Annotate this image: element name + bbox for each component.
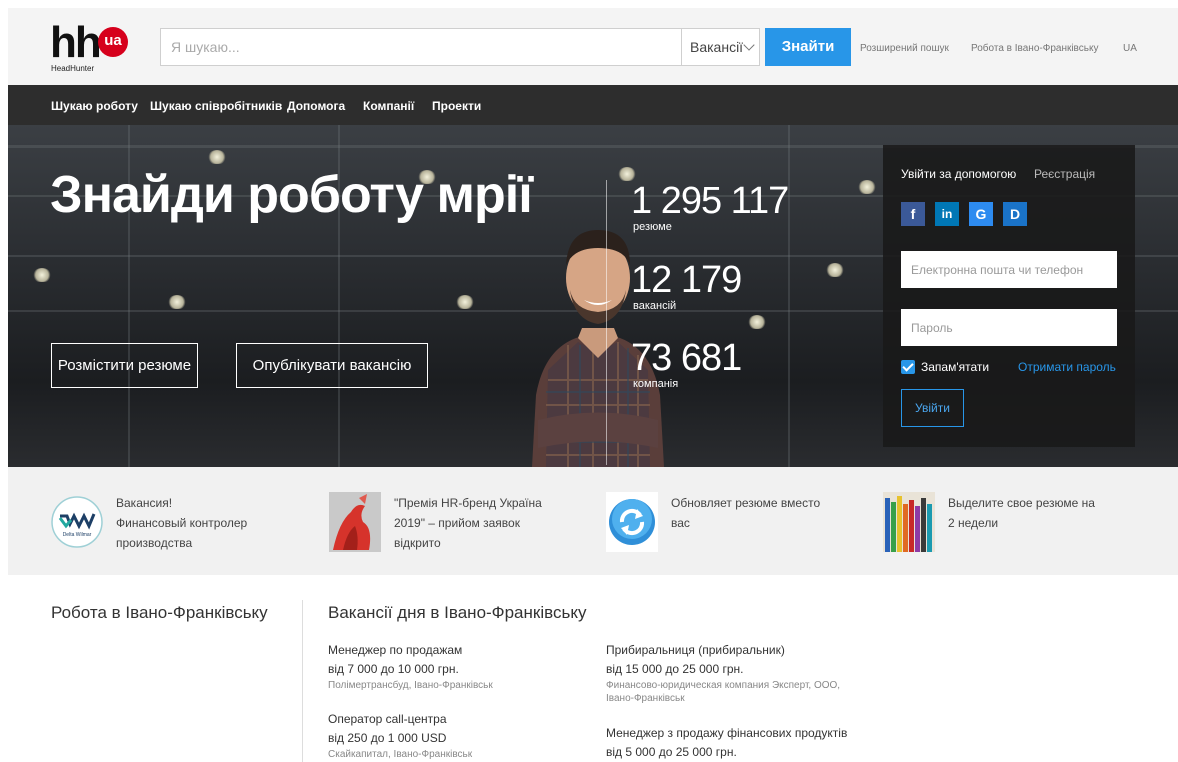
search-input[interactable] <box>161 29 681 65</box>
promo-line: 2019" – прийом заявок <box>394 516 520 530</box>
search-type-select[interactable]: Вакансії <box>681 29 759 65</box>
day-vacancies-title: Вакансії дня в Івано-Франківську <box>328 603 587 622</box>
stat-companies-label: компанія <box>633 378 679 390</box>
hh-logo[interactable]: hh ua HeadHunter <box>50 21 130 73</box>
vacancy-title[interactable]: Менеджер по продажам <box>328 641 588 660</box>
vacancy-salary: від 250 до 1 000 USD <box>328 731 447 745</box>
stat-vacancies-label: вакансій <box>633 300 677 312</box>
vacancy-salary: від 5 000 до 25 000 грн. <box>606 745 737 759</box>
login-button[interactable]: Увійти <box>901 389 964 427</box>
lamp <box>33 268 51 282</box>
d-icon[interactable]: D <box>1003 202 1027 226</box>
promo-text: Обновляет резюме вместо вас <box>671 493 851 533</box>
search-type-value: Вакансії <box>690 39 744 55</box>
main-nav: Шукаю роботу Шукаю співробітників Допомо… <box>8 85 1178 125</box>
vacancy-title[interactable]: Оператор call-центра <box>328 710 588 729</box>
city-jobs-link[interactable]: Робота в Івано-Франківську <box>971 43 1098 54</box>
google-icon[interactable]: G <box>969 202 993 226</box>
email-field[interactable] <box>901 251 1117 288</box>
promo-text: Выделите свое резюме на 2 недели <box>948 493 1128 533</box>
promo-text: "Премія HR-бренд Україна 2019" – прийом … <box>394 493 574 553</box>
search-button[interactable]: Знайти <box>765 28 851 66</box>
site-header: hh ua HeadHunter Вакансії Знайти Розшире… <box>8 8 1178 85</box>
linkedin-icon[interactable]: in <box>935 202 959 226</box>
facebook-icon[interactable]: f <box>901 202 925 226</box>
promo-line: вас <box>671 516 690 530</box>
remember-checkbox[interactable] <box>901 360 915 374</box>
advanced-search-link[interactable]: Розширений пошук <box>860 43 949 54</box>
lamp <box>168 295 186 309</box>
promo-line: Обновляет резюме вместо <box>671 496 821 510</box>
lamp <box>826 263 844 277</box>
ceiling-column <box>788 125 790 467</box>
stat-resumes-label: резюме <box>633 221 672 233</box>
city-jobs-title[interactable]: Робота в Івано-Франківську <box>51 603 268 623</box>
vacancy-company: Полімертрансбуд, Івано-Франківськ <box>328 680 493 691</box>
get-password-link[interactable]: Отримати пароль <box>1018 360 1116 374</box>
vacancy-salary: від 7 000 до 10 000 грн. <box>328 662 459 676</box>
promo-line: "Премія HR-бренд Україна <box>394 496 542 510</box>
logo-badge: ua <box>98 27 128 57</box>
logo-subtitle: HeadHunter <box>51 64 95 73</box>
promo-line: Выделите свое резюме на <box>948 496 1095 510</box>
vacancy-item[interactable]: Менеджер з продажу фінансових продуктів … <box>606 724 866 762</box>
vacancy-item[interactable]: Прибиральниця (прибиральник) від 15 000 … <box>606 641 866 705</box>
nav-item-find-employees[interactable]: Шукаю співробітників <box>150 99 282 113</box>
password-field[interactable] <box>901 309 1117 346</box>
hero-banner: Знайди роботу мрії Розмістити резюме Опу… <box>8 125 1178 467</box>
vacancy-item[interactable]: Оператор call-центра від 250 до 1 000 US… <box>328 710 588 761</box>
stat-companies-value: 73 681 <box>631 337 742 379</box>
stat-resumes-value: 1 295 117 <box>631 180 789 222</box>
language-switch[interactable]: UA <box>1123 43 1137 54</box>
nav-item-find-job[interactable]: Шукаю роботу <box>51 99 138 113</box>
logo-text: hh <box>50 18 102 67</box>
nav-item-help[interactable]: Допомога <box>287 99 345 113</box>
column-divider <box>302 600 303 762</box>
vacancy-title[interactable]: Менеджер з продажу фінансових продуктів <box>606 724 866 743</box>
promo-line: Вакансия! <box>116 496 173 510</box>
promo-line: производства <box>116 536 193 550</box>
vacancy-title[interactable]: Прибиральниця (прибиральник) <box>606 641 866 660</box>
remember-label: Запам'ятати <box>921 360 990 374</box>
lamp <box>208 150 226 164</box>
lamp <box>618 167 636 181</box>
pencils-image <box>883 492 935 552</box>
nav-item-projects[interactable]: Проекти <box>432 99 481 113</box>
login-title: Увійти за допомогою <box>901 167 1017 181</box>
stats-divider <box>606 180 607 465</box>
lamp <box>456 295 474 309</box>
refresh-icon <box>606 492 658 552</box>
promo-line: Финансовый контролер <box>116 516 248 530</box>
promo-strip: Delta Wilmar Вакансия! Финансовый контро… <box>8 467 1178 575</box>
nav-item-companies[interactable]: Компанії <box>363 99 414 113</box>
vacancy-item[interactable]: Менеджер по продажам від 7 000 до 10 000… <box>328 641 588 692</box>
stat-vacancies-value: 12 179 <box>631 259 742 301</box>
lamp <box>858 180 876 194</box>
promo-line: 2 недели <box>948 516 999 530</box>
promo-logo-text: Delta Wilmar <box>63 532 92 538</box>
delta-wilmar-logo: Delta Wilmar <box>51 496 103 548</box>
hero-title: Знайди роботу мрії <box>50 166 533 224</box>
hr-brand-image <box>329 492 381 552</box>
register-link[interactable]: Реєстрація <box>1034 167 1095 181</box>
chevron-down-icon <box>743 39 755 51</box>
publish-vacancy-button[interactable]: Опублікувати вакансію <box>236 343 428 388</box>
lamp <box>748 315 766 329</box>
promo-text: Вакансия! Финансовый контролер производс… <box>116 493 296 553</box>
post-resume-button[interactable]: Розмістити резюме <box>51 343 198 388</box>
search-box: Вакансії <box>160 28 760 66</box>
vacancy-salary: від 15 000 до 25 000 грн. <box>606 662 744 676</box>
login-panel: Увійти за допомогою Реєстрація f in G D … <box>883 145 1135 447</box>
promo-line: відкрито <box>394 536 441 550</box>
vacancy-company: Финансово-юридическая компания Эксперт, … <box>606 680 841 704</box>
vacancy-company: Скайкапитал, Івано-Франківськ <box>328 749 473 760</box>
